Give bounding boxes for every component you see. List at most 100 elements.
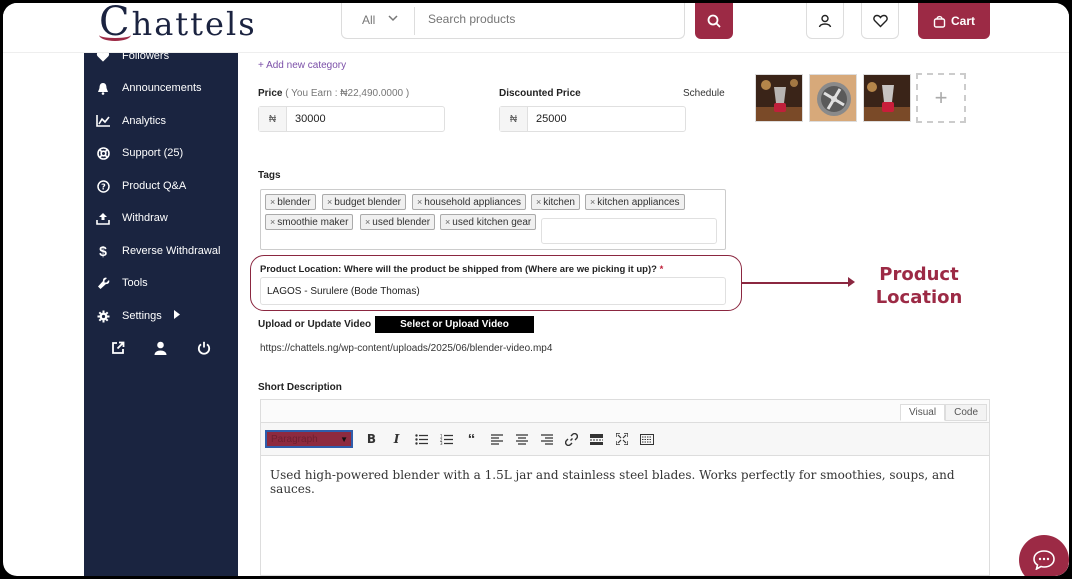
annotation-line [742,282,852,284]
sidebar-item-support[interactable]: Support (25) [84,140,238,166]
account-button[interactable] [806,3,844,39]
logo-swoosh [99,29,131,41]
remove-tag-icon[interactable]: × [536,197,541,207]
discounted-price-input[interactable]: ₦ 25000 [499,106,686,132]
lifebuoy-icon [84,146,122,160]
heart-icon [872,14,888,27]
sidebar-item-label: Analytics [122,115,167,127]
sidebar-item-product-qa[interactable]: ? Product Q&A [84,173,238,199]
tag-chip[interactable]: × household appliances [412,194,527,210]
shopping-bag-icon [933,15,946,28]
remove-tag-icon[interactable]: × [365,217,370,227]
tag-chip[interactable]: × used blender [360,214,436,230]
svg-text:3: 3 [440,441,443,445]
toolbar-toggle-icon[interactable] [634,433,659,445]
annotation-label: Product Location [868,263,970,309]
sidebar-item-reverse-withdrawal[interactable]: $ Reverse Withdrawal [84,238,238,264]
bell-icon [84,82,122,95]
tag-label: household appliances [424,196,522,208]
search-divider [414,7,415,35]
tag-chip[interactable]: × kitchen appliances [585,194,685,210]
remove-tag-icon[interactable]: × [327,197,332,207]
remove-tag-icon[interactable]: × [270,197,275,207]
add-category-link[interactable]: + Add new category [258,60,346,71]
sidebar-item-withdraw[interactable]: Withdraw [84,205,238,231]
align-center-icon[interactable] [509,433,534,445]
tag-label: used kitchen gear [452,216,532,228]
gear-icon [84,310,122,323]
add-image-button[interactable]: + [916,73,966,123]
fullscreen-icon[interactable] [609,433,634,445]
product-location-label: Product Location: Where will the product… [260,264,663,275]
remove-tag-icon[interactable]: × [270,217,275,227]
annotation-line2: Location [875,287,963,308]
chevron-down-icon [388,12,398,26]
sidebar-item-label: Support (25) [122,147,184,159]
tag-chip[interactable]: × budget blender [322,194,406,210]
sidebar-item-announcements[interactable]: Announcements [84,75,238,101]
remove-tag-icon[interactable]: × [445,217,450,227]
tag-chip[interactable]: × used kitchen gear [440,214,537,230]
power-icon[interactable] [197,341,211,360]
tag-chip[interactable]: × kitchen [531,194,580,210]
svg-text:?: ? [101,182,106,191]
video-url: https://chattels.ng/wp-content/uploads/2… [260,343,553,354]
editor-toolbar: Paragraph ▼ B I 123 “ [261,422,989,456]
remove-tag-icon[interactable]: × [417,197,422,207]
price-value: 30000 [295,113,326,125]
tab-code[interactable]: Code [945,404,987,421]
schedule-link[interactable]: Schedule [683,88,725,99]
video-label: Upload or Update Video [258,319,372,330]
sidebar-item-settings[interactable]: Settings [84,303,238,329]
user-icon [818,14,832,27]
search-icon [707,14,721,28]
format-select[interactable]: Paragraph ▼ [265,430,353,448]
price-earn-note: ( You Earn : ₦22,490.0000 ) [285,88,410,99]
upload-icon [84,212,122,225]
tag-chip[interactable]: × smoothie maker [265,214,354,230]
blockquote-icon[interactable]: “ [459,431,484,448]
bullet-list-icon[interactable] [409,433,434,445]
tags-input[interactable]: × blender × budget blender × household appl… [260,189,726,250]
logo[interactable]: Chattels [99,3,257,45]
link-icon[interactable] [559,432,584,446]
plus-icon: + [934,85,948,110]
product-image-thumb[interactable] [755,74,803,122]
sidebar-item-tools[interactable]: Tools [84,270,238,296]
search-category-select[interactable]: All [362,13,375,27]
read-more-icon[interactable] [584,433,609,445]
search-input[interactable] [428,12,668,26]
upload-video-button[interactable]: Select or Upload Video [375,316,534,333]
product-image-thumb[interactable] [809,74,857,122]
tags-label: Tags [258,170,281,181]
sidebar-item-label: Reverse Withdrawal [122,245,221,257]
editor-content[interactable]: Used high-powered blender with a 1.5L ja… [261,456,989,574]
align-left-icon[interactable] [484,433,509,445]
discounted-price-label: Discounted Price [499,88,581,99]
tab-visual[interactable]: Visual [900,404,946,421]
sidebar-item-analytics[interactable]: Analytics [84,108,238,134]
currency-symbol: ₦ [259,107,287,131]
chat-icon [1033,550,1055,570]
bold-icon[interactable]: B [359,432,384,446]
italic-icon[interactable]: I [384,432,409,446]
user-icon[interactable] [154,341,167,360]
tag-label: kitchen appliances [597,196,680,208]
numbered-list-icon[interactable]: 123 [434,434,459,445]
wishlist-button[interactable] [861,3,899,39]
search-button[interactable] [695,3,733,39]
tag-label: kitchen [543,196,575,208]
sidebar-footer [84,341,238,360]
align-right-icon[interactable] [534,433,559,445]
dropdown-arrow-icon: ▼ [340,434,348,444]
dollar-icon: $ [99,243,107,259]
new-tag-input[interactable] [541,218,717,244]
cart-button[interactable]: Cart [918,3,990,39]
product-image-thumb[interactable] [863,74,911,122]
product-location-input[interactable]: LAGOS - Surulere (Bode Thomas) [260,277,726,305]
sidebar-item-label: Withdraw [122,212,168,224]
price-input[interactable]: ₦ 30000 [258,106,445,132]
tag-chip[interactable]: × blender [265,194,316,210]
external-link-icon[interactable] [111,341,125,360]
remove-tag-icon[interactable]: × [590,197,595,207]
